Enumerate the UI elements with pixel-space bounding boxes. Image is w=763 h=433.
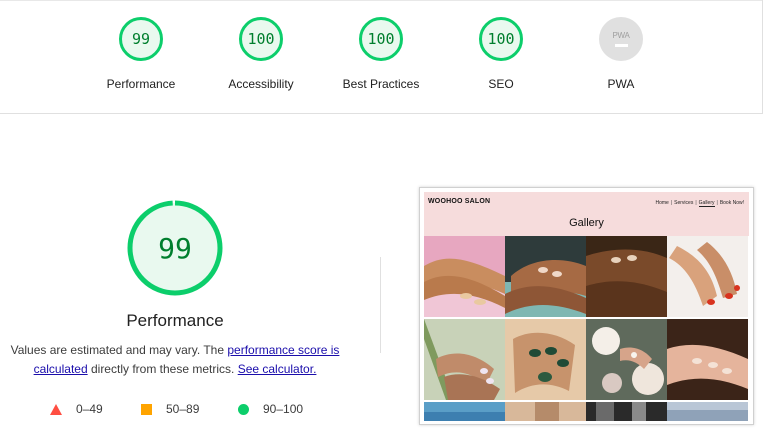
gauge-pwa[interactable]: PWA PWA [561,17,681,91]
gauge-accessibility-score: 100 [247,30,275,48]
legend-average: 50–89 [141,400,199,418]
gallery-photo [505,319,586,400]
legend-average-range: 50–89 [166,402,200,416]
final-screenshot[interactable]: WOOHOO SALON Home | Services | Gallery | Book … [419,187,754,425]
nav-separator: | [716,200,718,206]
gauge-seo-score: 100 [487,30,515,48]
legend-pass: 90–100 [238,400,303,418]
gauge-best-practices-score: 100 [367,30,395,48]
pwa-badge-text: PWA [612,31,630,40]
site-nav-home: Home [655,200,669,206]
performance-description: Values are estimated and may vary. The p… [4,341,346,379]
gauge-performance-label: Performance [106,77,176,91]
gallery-photo [667,402,748,421]
legend-fail-range: 0–49 [76,402,103,416]
performance-title: Performance [126,311,224,330]
site-logo: WOOHOO SALON [428,198,491,205]
description-middle: directly from these metrics. [87,362,238,376]
performance-score: 99 [158,231,192,265]
nav-separator: | [670,200,673,206]
square-icon [141,403,152,415]
gauge-best-practices-ring: 100 [359,17,403,61]
site-nav-services: Services [674,200,694,206]
final-screenshot-content: WOOHOO SALON Home | Services | Gallery | Book … [424,192,749,421]
pwa-dash-icon [614,44,628,47]
top-border [0,0,763,1]
gauge-accessibility-ring: 100 [239,17,283,61]
gallery-photo [667,319,748,400]
gauge-performance[interactable]: 99 Performance [81,17,201,91]
gallery-photo [424,236,505,317]
gallery-photo [424,402,505,421]
site-nav-book-now: Book Now! [719,200,744,206]
scores-summary: 99 Performance 100 Accessibility 100 Bes… [0,0,763,114]
gauge-best-practices[interactable]: 100 Best Practices [321,17,441,91]
gauge-accessibility-label: Accessibility [228,77,294,91]
gauge-performance-ring: 99 [119,17,163,61]
gallery-photo [505,402,586,421]
gallery-grid [424,236,749,421]
triangle-icon [50,403,62,415]
gallery-photo [667,236,748,317]
gauge-best-practices-label: Best Practices [342,77,420,91]
nav-separator: | [695,200,697,206]
gauge-seo-ring: 100 [479,17,523,61]
gauge-seo-label: SEO [488,77,514,91]
site-heading: Gallery [569,217,604,229]
gallery-photo [586,319,667,400]
site-nav-gallery: Gallery [698,200,715,207]
gallery-photo [586,236,667,317]
gallery-photo [424,319,505,400]
site-nav: Home | Services | Gallery | Book Now! [655,200,746,207]
gallery-photo [586,402,667,421]
site-header: WOOHOO SALON Home | Services | Gallery | Book … [424,192,749,236]
vertical-divider [380,257,381,353]
gauge-pwa-label: PWA [607,77,635,91]
gauge-performance-score: 99 [131,30,151,48]
description-prefix: Values are estimated and may vary. The [10,343,228,357]
pwa-badge-icon: PWA [599,17,643,61]
circle-icon [238,403,249,415]
gauge-seo[interactable]: 100 SEO [441,17,561,91]
gallery-photo [505,236,586,317]
legend-pass-range: 90–100 [263,402,304,416]
legend-fail: 0–49 [50,400,103,418]
gauge-accessibility[interactable]: 100 Accessibility [201,17,321,91]
see-calculator-link[interactable]: See calculator. [238,362,317,376]
